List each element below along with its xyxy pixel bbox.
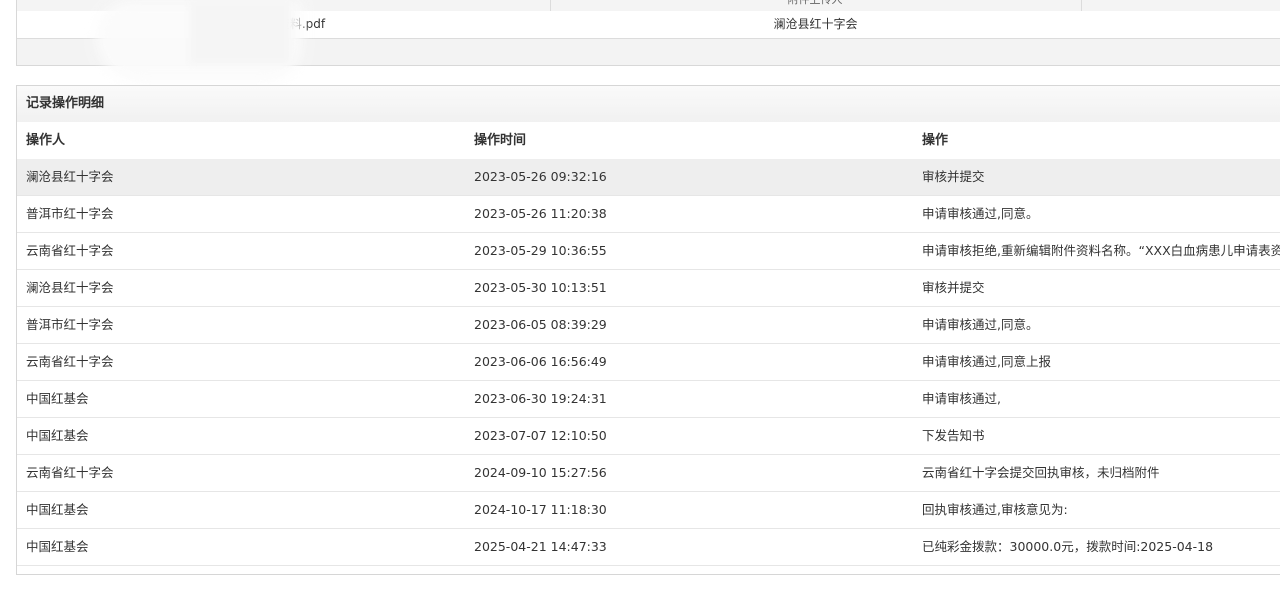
uploader-column-header: 附件上传人 xyxy=(550,0,1080,11)
time-cell: 2025-04-21 14:47:33 xyxy=(474,539,607,554)
action-cell: 申请审核通过,同意。 xyxy=(922,317,1039,332)
operator-cell: 云南省红十字会 xyxy=(26,243,114,258)
table-row[interactable]: 云南省红十字会 2024-09-10 15:27:56 云南省红十字会提交回执审… xyxy=(17,455,1280,492)
table-row[interactable]: 云南省红十字会 2023-05-29 10:36:55 申请审核拒绝,重新编辑附… xyxy=(17,233,1280,270)
operator-cell: 普洱市红十字会 xyxy=(26,317,114,332)
time-cell: 2024-09-10 15:27:56 xyxy=(474,465,607,480)
action-cell: 已纯彩金拨款：30000.0元，拨款时间:2025-04-18 xyxy=(922,539,1214,554)
operator-cell: 中国红基会 xyxy=(26,502,89,517)
time-cell: 2023-06-05 08:39:29 xyxy=(474,317,607,332)
attachment-uploader: 澜沧县红十字会 xyxy=(773,17,858,31)
table-row[interactable]: 澜沧县红十字会 2023-05-26 09:32:16 审核并提交 xyxy=(17,159,1280,196)
operator-cell: 云南省红十字会 xyxy=(26,354,114,369)
action-cell: 申请审核通过,同意上报 xyxy=(922,354,1051,369)
action-cell: 审核并提交 xyxy=(922,169,985,184)
action-cell: 申请审核通过,同意。 xyxy=(922,206,1039,221)
table-row[interactable]: 普洱市红十字会 2023-05-26 11:20:38 申请审核通过,同意。 xyxy=(17,196,1280,233)
table-row[interactable]: 云南省红十字会 2023-06-06 16:56:49 申请审核通过,同意上报 xyxy=(17,344,1280,381)
action-cell: 申请审核拒绝,重新编辑附件资料名称。“XXX白血病患儿申请表资料” xyxy=(922,243,1280,258)
redaction-blur xyxy=(190,0,290,64)
operator-cell: 中国红基会 xyxy=(26,539,89,554)
operator-cell: 云南省红十字会 xyxy=(26,465,114,480)
operator-cell: 普洱市红十字会 xyxy=(26,206,114,221)
table-row[interactable]: 中国红基会 2023-07-07 12:10:50 下发告知书 xyxy=(17,418,1280,455)
time-cell: 2023-05-30 10:13:51 xyxy=(474,280,607,295)
operator-cell: 澜沧县红十字会 xyxy=(26,280,114,295)
operator-column-header: 操作人 xyxy=(26,133,66,148)
time-cell: 2023-05-29 10:36:55 xyxy=(474,243,607,258)
table-row[interactable]: 澜沧县红十字会 2023-05-30 10:13:51 审核并提交 xyxy=(17,270,1280,307)
table-row[interactable]: 中国红基会 2023-06-30 19:24:31 申请审核通过, xyxy=(17,381,1280,418)
action-cell: 申请审核通过, xyxy=(922,391,1001,406)
time-cell: 2023-05-26 09:32:16 xyxy=(474,169,607,184)
time-cell: 2024-10-17 11:18:30 xyxy=(474,502,607,517)
operator-cell: 澜沧县红十字会 xyxy=(26,169,114,184)
panel-title: 记录操作明细 xyxy=(17,86,1280,122)
time-column-header: 操作时间 xyxy=(474,133,527,148)
time-cell: 2023-06-30 19:24:31 xyxy=(474,391,607,406)
log-table-header: 操作人 操作时间 操作 xyxy=(17,122,1280,160)
time-cell: 2023-06-06 16:56:49 xyxy=(474,354,607,369)
action-cell: 审核并提交 xyxy=(922,280,985,295)
action-cell: 云南省红十字会提交回执审核，未归档附件 xyxy=(922,465,1160,480)
action-column-header: 操作 xyxy=(922,133,949,148)
time-cell: 2023-07-07 12:10:50 xyxy=(474,428,607,443)
operation-log-panel: 记录操作明细 操作人 操作时间 操作 澜沧县红十字会 2023-05-26 09… xyxy=(16,85,1280,575)
table-row[interactable]: 普洱市红十字会 2023-06-05 08:39:29 申请审核通过,同意。 xyxy=(17,307,1280,344)
operator-cell: 中国红基会 xyxy=(26,428,89,443)
table-row[interactable]: 中国红基会 2025-04-21 14:47:33 已纯彩金拨款：30000.0… xyxy=(17,529,1280,566)
log-rows: 澜沧县红十字会 2023-05-26 09:32:16 审核并提交 普洱市红十字… xyxy=(17,159,1280,566)
action-cell: 下发告知书 xyxy=(922,428,985,443)
time-cell: 2023-05-26 11:20:38 xyxy=(474,206,607,221)
action-cell: 回执审核通过,审核意见为: xyxy=(922,502,1068,517)
operator-cell: 中国红基会 xyxy=(26,391,89,406)
table-row[interactable]: 中国红基会 2024-10-17 11:18:30 回执审核通过,审核意见为: xyxy=(17,492,1280,529)
